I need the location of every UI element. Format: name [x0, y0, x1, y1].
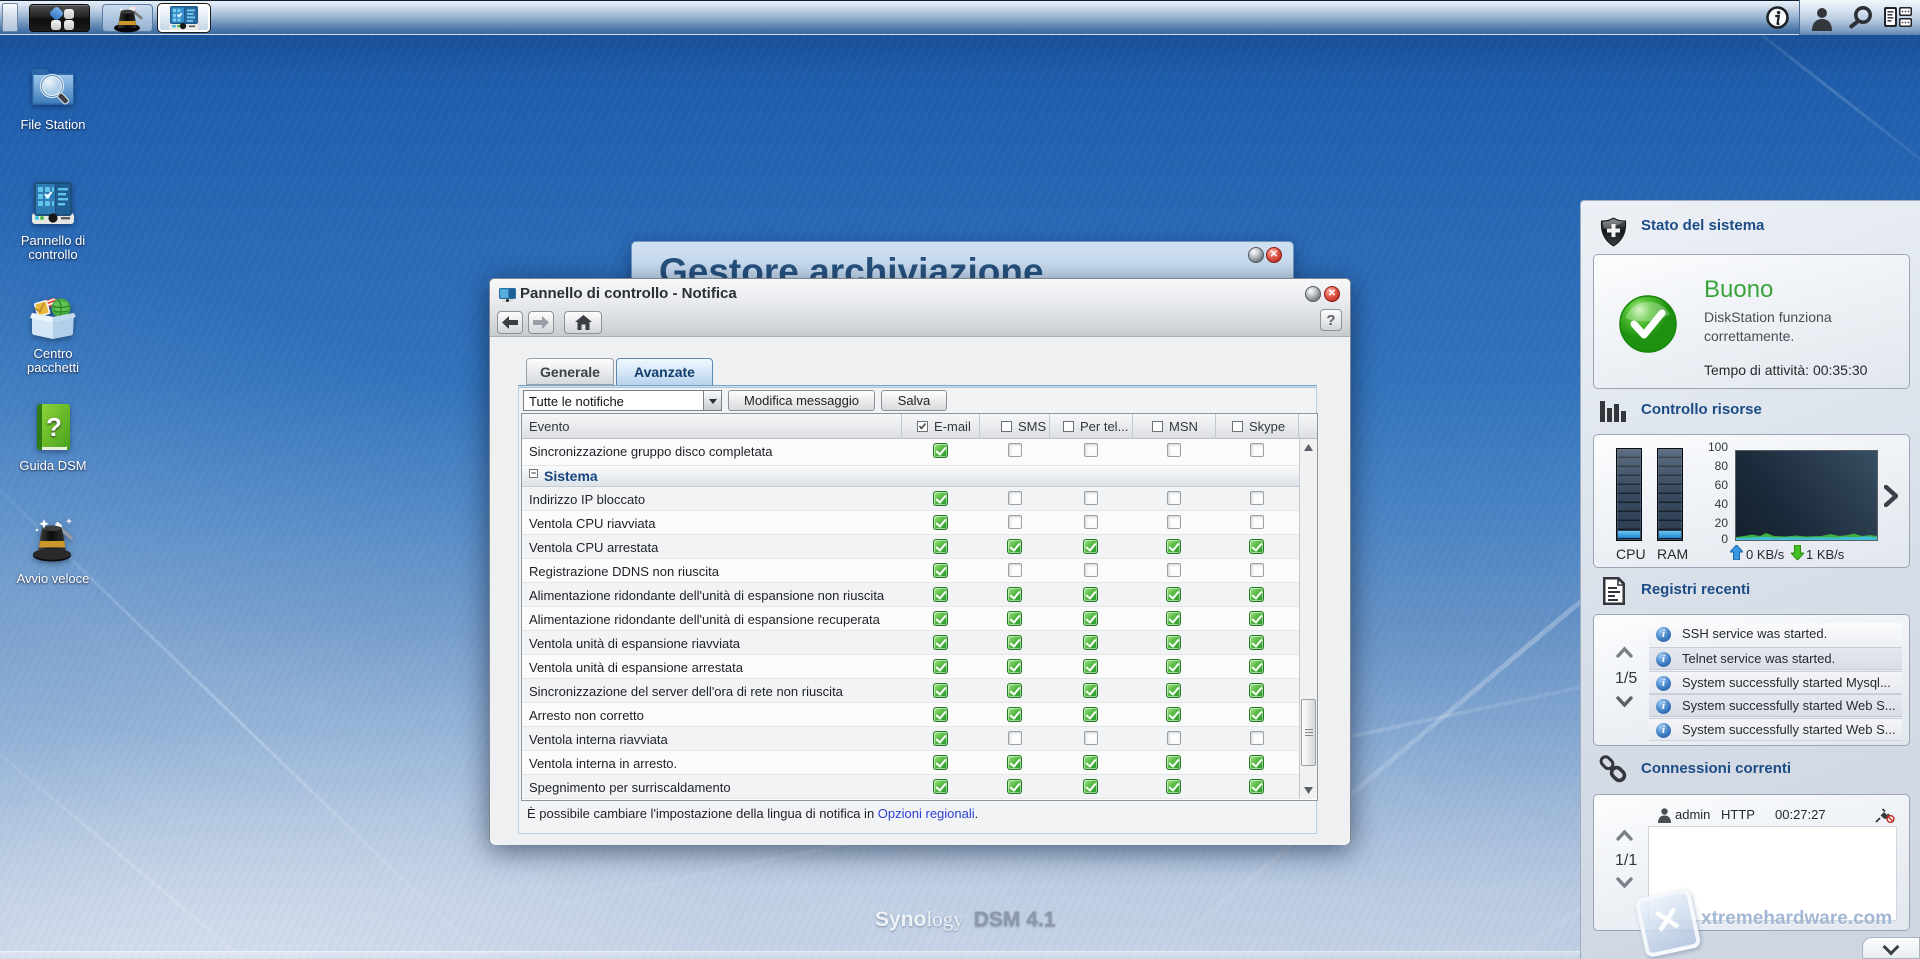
svg-text:?: ? [46, 412, 62, 442]
